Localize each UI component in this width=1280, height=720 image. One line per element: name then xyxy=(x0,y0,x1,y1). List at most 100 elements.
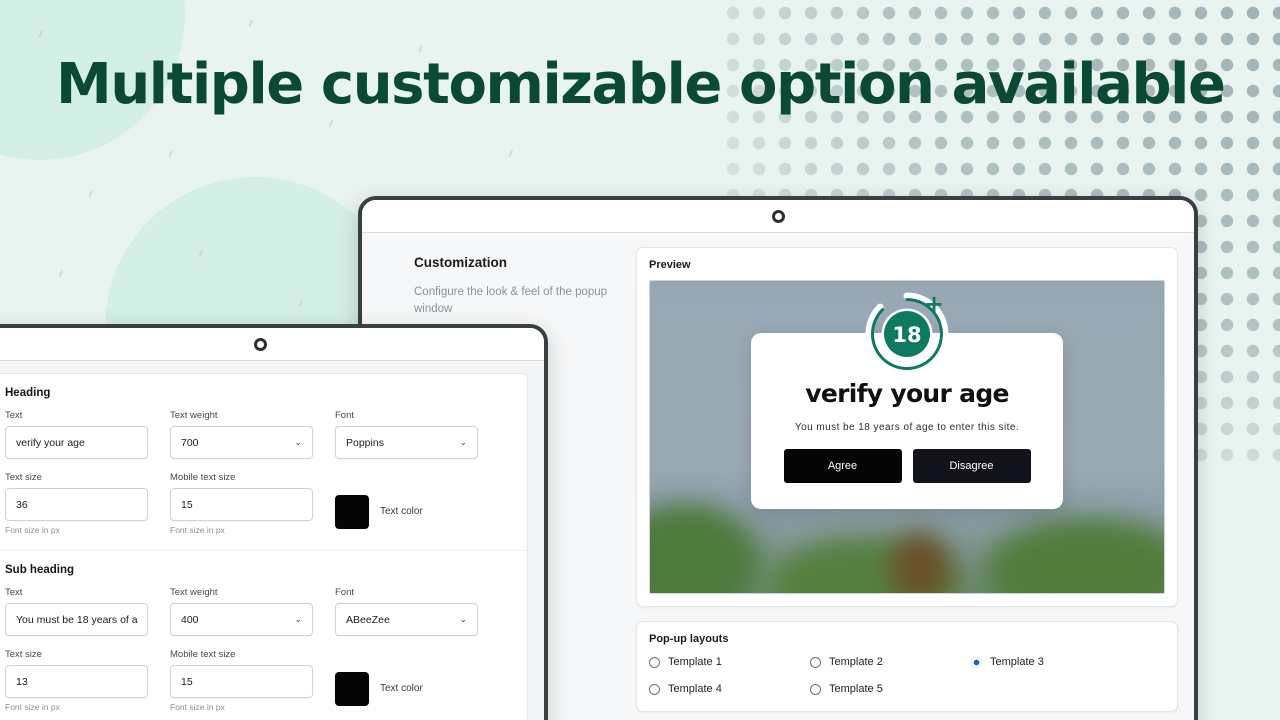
customization-title: Customization xyxy=(414,255,507,270)
subheading-mobile-size-help: Font size in px xyxy=(170,702,225,712)
chevron-down-icon: ⌄ xyxy=(294,437,302,447)
radio-icon[interactable] xyxy=(649,683,660,695)
heading-font-label: Font xyxy=(335,410,355,421)
radio-icon[interactable] xyxy=(810,683,821,695)
tablet-camera-bar xyxy=(362,200,1194,232)
subheading-text-field-group: Text You must be 18 years of a xyxy=(5,587,148,636)
chevron-down-icon: ⌄ xyxy=(294,614,302,624)
laptop-bezel: Heading Text verify your age Text weight… xyxy=(0,324,548,720)
subheading-section: Sub heading Text You must be 18 years of… xyxy=(0,550,527,720)
subheading-font-value: ABeeZee xyxy=(346,613,390,626)
laptop-screen: Heading Text verify your age Text weight… xyxy=(0,360,544,720)
heading-font-value: Poppins xyxy=(346,436,384,449)
heading-weight-select[interactable]: 700 ⌄ xyxy=(170,426,313,459)
radio-label: Template 2 xyxy=(829,656,883,668)
preview-image: 18 + verify your age You must be 18 year… xyxy=(649,280,1165,594)
subheading-section-title: Sub heading xyxy=(5,564,74,576)
subheading-mobile-size-label: Mobile text size xyxy=(170,649,236,660)
heading-mobile-size-field-group: Mobile text size 15 Font size in px xyxy=(170,472,313,535)
age-badge-icon: 18 + xyxy=(865,290,949,376)
subheading-weight-field-group: Text weight 400 ⌄ xyxy=(170,587,313,636)
foliage-blob-left xyxy=(650,503,760,593)
subheading-size-label: Text size xyxy=(5,649,42,660)
radio-label: Template 3 xyxy=(990,656,1044,668)
radio-option-template-1[interactable]: Template 1 xyxy=(649,656,810,668)
radio-icon-selected[interactable] xyxy=(971,656,982,668)
subheading-size-input[interactable]: 13 xyxy=(5,665,148,698)
subheading-font-select[interactable]: ABeeZee ⌄ xyxy=(335,603,478,636)
heading-size-help: Font size in px xyxy=(5,525,60,535)
popup-layouts-panel: Pop-up layouts Template 1 Template 2 Tem… xyxy=(636,621,1178,712)
subheading-text-input[interactable]: You must be 18 years of a xyxy=(5,603,148,636)
heading-text-label: Text xyxy=(5,410,23,421)
radio-option-template-2[interactable]: Template 2 xyxy=(810,656,971,668)
subheading-text-label: Text xyxy=(5,587,23,598)
heading-text-color-label: Text color xyxy=(380,506,423,517)
subheading-row-1: Text You must be 18 years of a Text weig… xyxy=(5,587,511,636)
camera-icon xyxy=(771,209,785,223)
subheading-size-help: Font size in px xyxy=(5,702,60,712)
radio-label: Template 5 xyxy=(829,683,883,695)
heading-text-field-group: Text verify your age xyxy=(5,410,148,459)
subheading-mobile-size-field-group: Mobile text size 15 Font size in px xyxy=(170,649,313,712)
popup-button-row: Agree Disagree xyxy=(769,449,1045,483)
heading-weight-field-group: Text weight 700 ⌄ xyxy=(170,410,313,459)
heading-weight-label: Text weight xyxy=(170,410,218,421)
camera-icon xyxy=(253,337,267,351)
radio-option-template-5[interactable]: Template 5 xyxy=(810,683,971,695)
subheading-color-field-group: Text color xyxy=(335,649,478,712)
subheading-font-field-group: Font ABeeZee ⌄ xyxy=(335,587,478,636)
chevron-down-icon: ⌄ xyxy=(459,614,467,624)
heading-size-label: Text size xyxy=(5,472,42,483)
heading-text-input[interactable]: verify your age xyxy=(5,426,148,459)
customization-subtitle: Configure the look & feel of the popup w… xyxy=(414,286,608,315)
subheading-size-field-group: Text size 13 Font size in px xyxy=(5,649,148,712)
preview-panel: Preview 18 + verify your age You must be… xyxy=(636,247,1178,607)
radio-icon[interactable] xyxy=(649,656,660,668)
subheading-row-2: Text size 13 Font size in px Mobile text… xyxy=(5,649,511,712)
popup-heading: verify your age xyxy=(805,379,1009,408)
heading-size-field-group: Text size 36 Font size in px xyxy=(5,472,148,535)
heading-mobile-size-help: Font size in px xyxy=(170,525,225,535)
page-headline: Multiple customizable option available xyxy=(56,52,1226,117)
age-verification-popup: 18 + verify your age You must be 18 year… xyxy=(751,290,1063,509)
heading-weight-value: 700 xyxy=(181,436,199,449)
subheading-weight-label: Text weight xyxy=(170,587,218,598)
heading-row-1: Text verify your age Text weight 700 ⌄ F… xyxy=(5,410,511,459)
disagree-button[interactable]: Disagree xyxy=(912,449,1031,483)
subheading-weight-value: 400 xyxy=(181,613,199,626)
badge-plus: + xyxy=(924,290,944,318)
heading-size-input[interactable]: 36 xyxy=(5,488,148,521)
heading-mobile-size-input[interactable]: 15 xyxy=(170,488,313,521)
laptop-device: Heading Text verify your age Text weight… xyxy=(0,324,548,720)
subheading-text-color-label: Text color xyxy=(380,683,423,694)
radio-label: Template 4 xyxy=(668,683,722,695)
heading-font-field-group: Font Poppins ⌄ xyxy=(335,410,478,459)
typography-form-card: Heading Text verify your age Text weight… xyxy=(0,373,528,720)
preview-column: Preview 18 + verify your age You must be… xyxy=(636,233,1194,720)
subheading-weight-select[interactable]: 400 ⌄ xyxy=(170,603,313,636)
popup-layouts-title: Pop-up layouts xyxy=(649,633,729,645)
heading-row-2: Text size 36 Font size in px Mobile text… xyxy=(5,472,511,535)
heading-mobile-size-label: Mobile text size xyxy=(170,472,236,483)
subheading-font-label: Font xyxy=(335,587,355,598)
subheading-text-color-swatch[interactable] xyxy=(335,671,369,706)
heading-text-color-swatch[interactable] xyxy=(335,494,369,529)
heading-color-field-group: Text color xyxy=(335,472,478,535)
radio-option-template-3[interactable]: Template 3 xyxy=(971,656,1132,668)
radio-icon[interactable] xyxy=(810,656,821,668)
chevron-down-icon: ⌄ xyxy=(459,437,467,447)
preview-title: Preview xyxy=(649,259,691,271)
heading-section: Heading Text verify your age Text weight… xyxy=(0,374,527,550)
radio-option-template-4[interactable]: Template 4 xyxy=(649,683,810,695)
badge-number: 18 xyxy=(892,323,921,347)
subheading-mobile-size-input[interactable]: 15 xyxy=(170,665,313,698)
agree-button[interactable]: Agree xyxy=(783,449,902,483)
heading-font-select[interactable]: Poppins ⌄ xyxy=(335,426,478,459)
popup-subheading: You must be 18 years of age to enter thi… xyxy=(794,422,1020,433)
heading-section-title: Heading xyxy=(5,387,51,399)
template-radio-group: Template 1 Template 2 Template 3 Templat… xyxy=(649,656,1165,695)
foliage-blob-trunk xyxy=(890,533,950,593)
laptop-camera-bar xyxy=(0,328,544,360)
foliage-blob-right xyxy=(984,518,1164,593)
